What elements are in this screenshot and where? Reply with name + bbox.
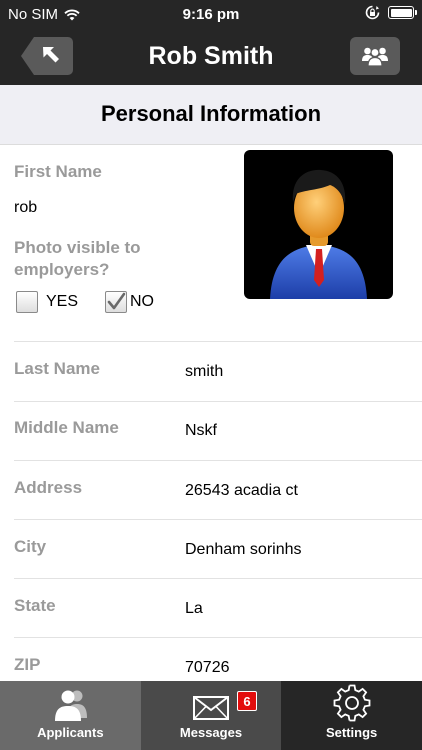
tab-messages[interactable]: Messages: [140, 681, 282, 750]
person-icon: [55, 690, 88, 721]
profile-photo[interactable]: [244, 150, 393, 299]
city-label: City: [14, 537, 47, 556]
clock: 9:16 pm: [182, 6, 240, 23]
tab-messages-label: Messages: [179, 725, 243, 740]
first-name-value[interactable]: rob: [14, 199, 37, 217]
last-name-value[interactable]: smith: [185, 363, 223, 381]
tab-applicants-label: Applicants: [37, 725, 104, 740]
middle-name-value[interactable]: Nskf: [185, 422, 217, 440]
tab-settings-label: Settings: [325, 725, 378, 740]
group-button[interactable]: [350, 37, 400, 75]
zip-value[interactable]: 70726: [185, 659, 230, 677]
first-name-label: First Name: [14, 162, 102, 181]
divider: [14, 341, 422, 342]
navigation-bar: Rob Smith: [0, 28, 422, 85]
envelope-icon: [192, 696, 229, 720]
status-bar: No SIM 9:16 pm: [0, 0, 422, 28]
yes-option[interactable]: YES: [16, 290, 78, 314]
status-right-group: [365, 5, 417, 20]
city-value[interactable]: Denham sorinhs: [185, 541, 302, 559]
tab-settings[interactable]: Settings: [281, 681, 422, 750]
divider: [14, 401, 422, 402]
rotation-lock-icon: [365, 5, 380, 20]
photo-visibility-question: Photo visible to employers?: [14, 238, 141, 279]
businessman-avatar-icon: [270, 169, 367, 299]
no-checkbox[interactable]: [105, 291, 127, 313]
messages-badge: 6: [237, 691, 257, 711]
middle-name-label: Middle Name: [14, 418, 119, 437]
section-header: Personal Information: [0, 85, 422, 145]
divider: [14, 519, 422, 520]
gear-icon: [333, 684, 371, 722]
yes-checkbox[interactable]: [16, 291, 38, 313]
state-value[interactable]: La: [185, 600, 203, 618]
tab-applicants[interactable]: Applicants: [0, 681, 141, 750]
divider: [14, 460, 422, 461]
last-name-label: Last Name: [14, 359, 100, 378]
zip-label: ZIP: [14, 655, 41, 674]
section-title: Personal Information: [100, 101, 322, 126]
address-value[interactable]: 26543 acadia ct: [185, 482, 298, 500]
no-option[interactable]: NO: [105, 290, 154, 314]
divider: [14, 637, 422, 638]
no-label: NO: [130, 293, 154, 310]
yes-label: YES: [46, 293, 79, 310]
state-label: State: [14, 596, 56, 615]
address-label: Address: [14, 478, 83, 497]
group-icon: [362, 47, 388, 67]
checkmark-icon: [107, 292, 126, 310]
tab-bar: Applicants Messages Settings: [0, 681, 422, 750]
battery-icon: [388, 6, 417, 19]
divider: [14, 578, 422, 579]
